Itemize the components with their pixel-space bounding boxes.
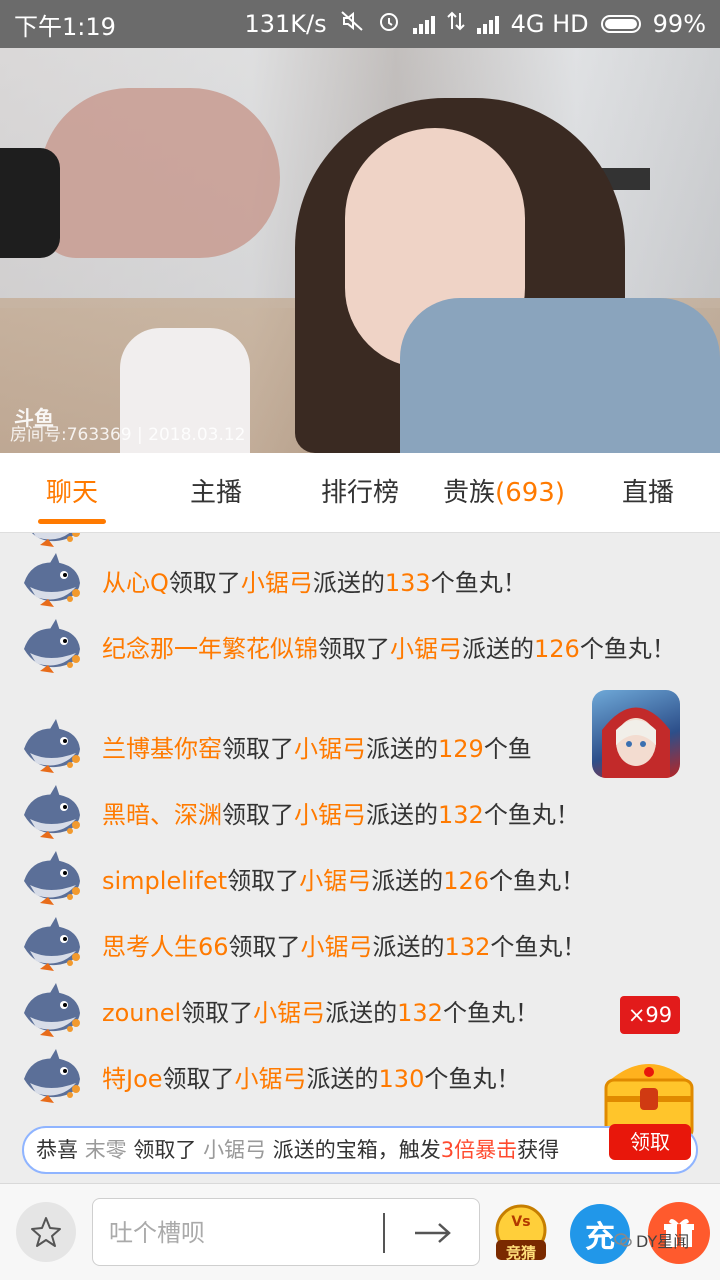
chat-username[interactable]: simplelifet xyxy=(102,867,227,895)
chat-username[interactable]: 从心Q xyxy=(102,569,169,597)
tab-streamer[interactable]: 主播 xyxy=(144,453,288,532)
chat-message[interactable]: 从心Q领取了小锯弓派送的133个鱼丸！ xyxy=(0,549,720,615)
shark-avatar-icon xyxy=(20,851,84,907)
chat-sender-name[interactable]: 小锯弓 xyxy=(390,635,462,663)
chat-amount: 129 xyxy=(438,735,484,763)
chat-message[interactable]: simplelifet领取了小锯弓派送的126个鱼丸！ xyxy=(0,847,720,913)
battery-icon xyxy=(600,15,641,33)
chat-username[interactable]: 思考人生66 xyxy=(102,933,229,961)
chat-username[interactable]: zounel xyxy=(102,999,181,1027)
banner-user: 末零 xyxy=(84,1138,127,1162)
tab-bar: 聊天 主播 排行榜 贵族(693) 直播 xyxy=(0,453,720,533)
chat-username[interactable]: 兰博基你窑 xyxy=(102,735,222,763)
claim-button[interactable]: 领取 xyxy=(609,1124,691,1160)
send-button[interactable] xyxy=(408,1213,458,1253)
chat-sender-name[interactable]: 小锯弓 xyxy=(253,999,325,1027)
tab-nobility[interactable]: 贵族(693) xyxy=(432,453,576,532)
signal-icon xyxy=(476,14,499,34)
list-item xyxy=(0,533,720,549)
signal-icon xyxy=(412,14,435,34)
chat-sender-name[interactable]: 小锯弓 xyxy=(294,735,366,763)
svg-text:Vs: Vs xyxy=(511,1214,530,1230)
chat-username[interactable]: 黑暗、深渊 xyxy=(102,801,222,829)
chat-amount: 132 xyxy=(444,933,491,961)
shark-avatar-icon xyxy=(20,1049,84,1105)
game-ad-icon[interactable] xyxy=(592,690,680,778)
room-watermark: 房间号:763369 | 2018.03.12 xyxy=(10,425,246,445)
bottom-input-bar: Vs 竞猜 充 xyxy=(0,1183,720,1280)
chat-message[interactable]: 思考人生66领取了小锯弓派送的132个鱼丸！ xyxy=(0,913,720,979)
chat-message[interactable]: 黑暗、深渊领取了小锯弓派送的132个鱼丸！ xyxy=(0,781,720,847)
chat-sender-name[interactable]: 小锯弓 xyxy=(301,933,373,961)
gift-broadcast-banner: 恭喜 末零 领取了 小锯弓 派送的宝箱，触发3倍暴击获得 xyxy=(22,1126,698,1174)
chat-sender-name[interactable]: 小锯弓 xyxy=(299,867,371,895)
alarm-icon xyxy=(377,9,401,39)
shark-avatar-icon xyxy=(20,719,84,775)
status-bar: 下午1:19 131K/s 4G HD 99% xyxy=(0,0,720,48)
shark-avatar-icon xyxy=(20,553,84,609)
shark-avatar-icon xyxy=(20,917,84,973)
chat-amount: 133 xyxy=(384,569,431,597)
shark-avatar-icon xyxy=(20,619,84,675)
chat-sender-name[interactable]: 小锯弓 xyxy=(241,569,313,597)
shark-avatar-icon xyxy=(20,785,84,841)
shark-avatar-icon xyxy=(20,533,84,549)
chat-input-box[interactable] xyxy=(92,1198,480,1266)
network-speed: 131K/s xyxy=(244,10,327,38)
chat-username[interactable]: 纪念那一年繁花似锦 xyxy=(102,635,318,663)
mute-icon xyxy=(339,9,365,39)
nobility-count: (693) xyxy=(495,478,565,508)
chat-sender-name[interactable]: 小锯弓 xyxy=(235,1065,307,1093)
emoji-button[interactable] xyxy=(16,1202,76,1262)
battery-level: 99% xyxy=(652,10,706,38)
chat-message[interactable]: zounel领取了小锯弓派送的132个鱼丸！ xyxy=(0,979,720,1045)
arrow-right-icon xyxy=(415,1223,451,1243)
chat-sender-name[interactable]: 小锯弓 xyxy=(294,801,366,829)
chat-amount: 126 xyxy=(534,635,580,663)
network-type: 4G HD xyxy=(510,10,589,38)
status-time: 下午1:19 xyxy=(14,12,116,41)
chat-username[interactable]: 特Joe xyxy=(102,1065,163,1093)
chat-amount: 132 xyxy=(397,999,443,1027)
account-watermark: DY星闻 xyxy=(614,1228,689,1252)
wechat-icon xyxy=(614,1233,632,1247)
tab-chat[interactable]: 聊天 xyxy=(0,453,144,532)
data-arrows-icon xyxy=(446,9,465,39)
combo-badge[interactable]: ×99 xyxy=(620,996,680,1034)
banner-highlight: 3倍暴击 xyxy=(440,1138,518,1162)
chat-input[interactable] xyxy=(109,1213,379,1253)
tab-live[interactable]: 直播 xyxy=(576,453,720,532)
chat-amount: 132 xyxy=(438,801,484,829)
tab-ranking[interactable]: 排行榜 xyxy=(288,453,432,532)
live-video-player[interactable]: 斗鱼 房间号:763369 | 2018.03.12 xyxy=(0,48,720,453)
guess-label: 竞猜 xyxy=(505,1244,536,1262)
shark-avatar-icon xyxy=(20,983,84,1039)
guess-button[interactable]: Vs 竞猜 xyxy=(490,1202,552,1264)
star-icon xyxy=(31,1217,61,1247)
chat-amount: 130 xyxy=(378,1065,425,1093)
banner-sender: 小锯弓 xyxy=(203,1138,267,1162)
chat-amount: 126 xyxy=(443,867,489,895)
